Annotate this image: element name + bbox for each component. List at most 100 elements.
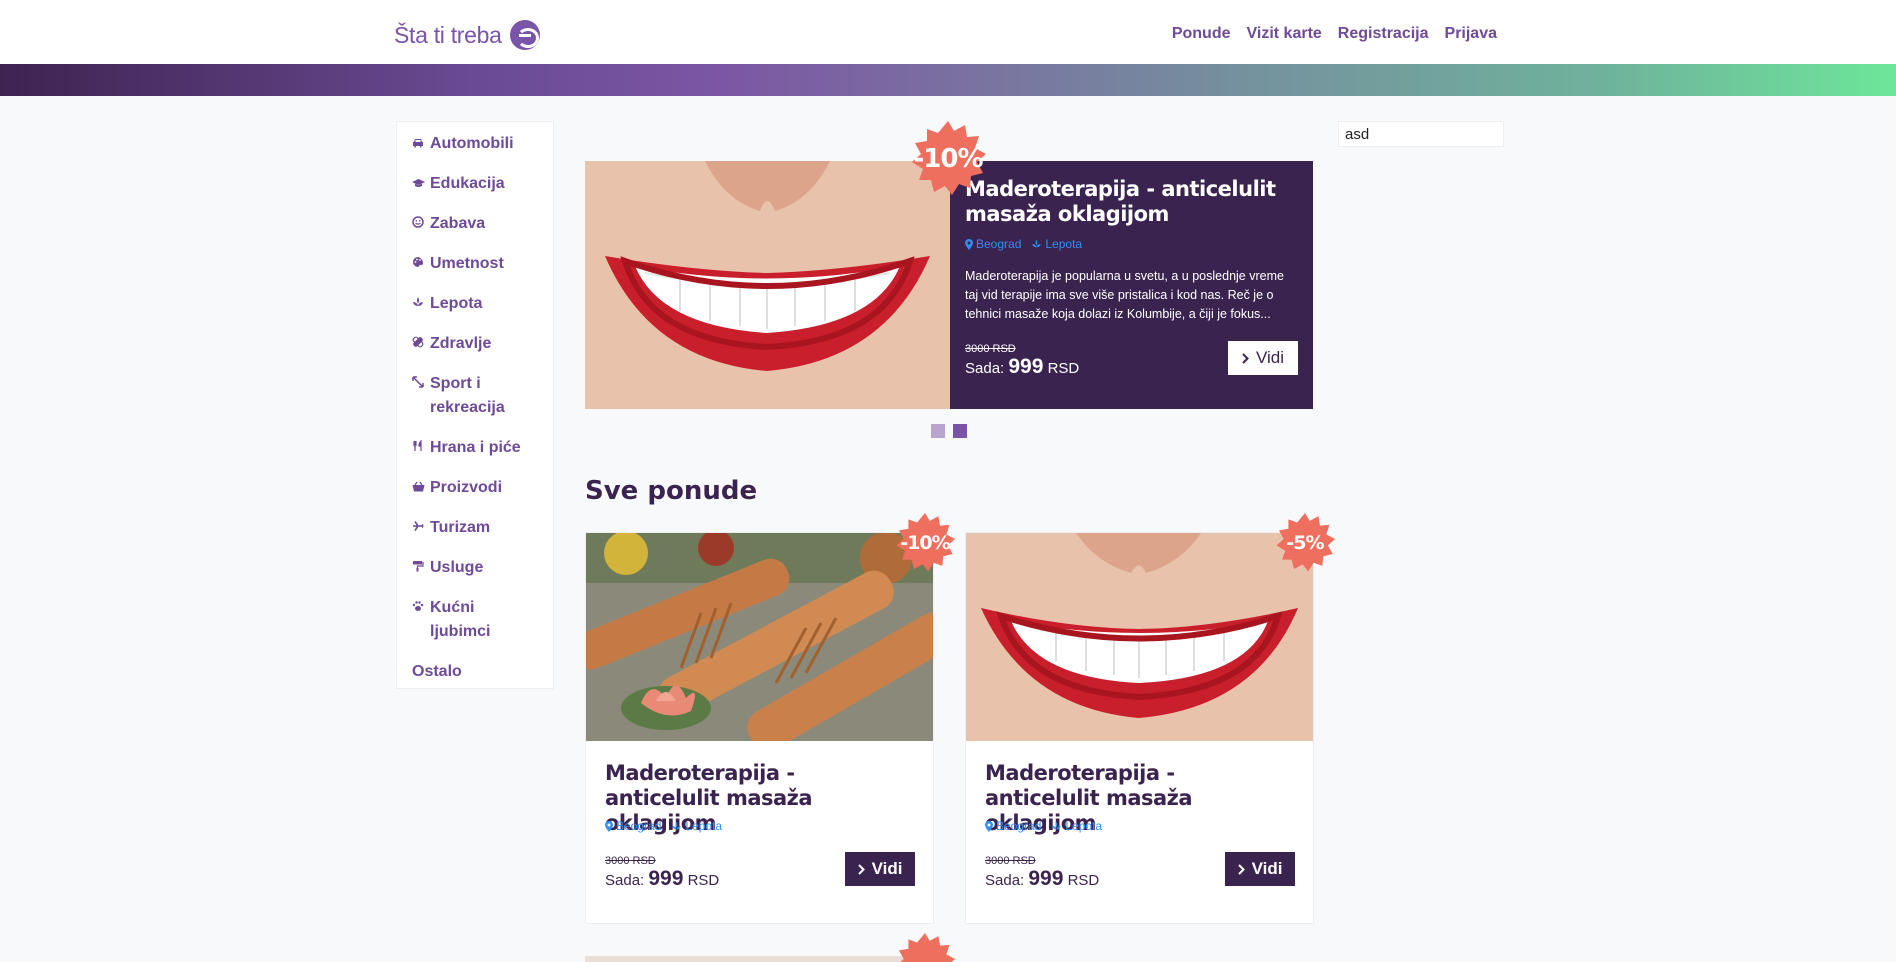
discount-label: -5% — [1286, 532, 1324, 554]
logo[interactable]: Šta ti treba — [394, 20, 540, 50]
sidebar-item-turizam[interactable]: Turizam — [412, 516, 538, 540]
sidebar-item-umetnost[interactable]: Umetnost — [412, 252, 538, 276]
featured-title[interactable]: Maderoterapija - anticelulit masaža okla… — [965, 177, 1300, 227]
sidebar-item-label: Umetnost — [430, 255, 504, 272]
sidebar-item-label: Kućni ljubimci — [430, 599, 491, 640]
spa-icon — [412, 292, 430, 316]
carousel-dot-2[interactable] — [953, 424, 967, 438]
top-bar: Šta ti treba Ponude Vizit karte Registra… — [0, 0, 1896, 64]
category-tag[interactable]: Lepota — [671, 819, 722, 833]
sidebar-item-automobili[interactable]: Automobili — [412, 132, 538, 156]
sidebar-item-ostalo[interactable]: Ostalo — [412, 660, 538, 684]
chevron-right-icon — [1237, 863, 1245, 875]
gradient-banner — [0, 64, 1896, 96]
offer-vidi-button[interactable]: Vidi — [845, 852, 915, 886]
offer-tags: Beograd Lepota — [985, 819, 1102, 833]
basket-icon — [412, 476, 430, 500]
city-tag[interactable]: Beograd — [965, 237, 1021, 251]
category-label: Lepota — [1065, 819, 1103, 833]
featured-vidi-button[interactable]: Vidi — [1228, 341, 1298, 375]
now-price: 999 — [1008, 355, 1044, 378]
sidebar-item-edukacija[interactable]: Edukacija — [412, 172, 538, 196]
offer-card: Maderoterapija - anticelulit masaža okla… — [965, 532, 1314, 924]
sidebar-item-hrana[interactable]: Hrana i piće — [412, 436, 538, 460]
featured-content: Maderoterapija - anticelulit masaža okla… — [965, 177, 1300, 324]
category-tag[interactable]: Lepota — [1051, 819, 1102, 833]
sidebar-item-usluge[interactable]: Usluge — [412, 556, 538, 580]
category-label: Lepota — [685, 819, 723, 833]
main-nav: Ponude Vizit karte Registracija Prijava — [1172, 25, 1497, 43]
old-price: 3000 RSD — [605, 855, 656, 867]
city-label: Beograd — [976, 237, 1022, 251]
sidebar-item-kucni-ljubimci[interactable]: Kućni ljubimci — [412, 596, 538, 644]
spa-icon — [672, 821, 682, 830]
offer-tags: Beograd Lepota — [605, 819, 722, 833]
sidebar-item-label: Ostalo — [412, 663, 462, 680]
nav-registracija[interactable]: Registracija — [1338, 25, 1429, 43]
location-pin-icon — [605, 820, 613, 832]
arrows-icon — [412, 372, 430, 396]
sidebar-item-proizvodi[interactable]: Proizvodi — [412, 476, 538, 500]
button-label: Vidi — [1251, 859, 1283, 878]
offer-vidi-button[interactable]: Vidi — [1225, 852, 1295, 886]
now-price: 999 — [1028, 867, 1064, 890]
location-pin-icon — [965, 238, 973, 250]
featured-tags: Beograd Lepota — [965, 237, 1300, 251]
featured-image[interactable] — [585, 161, 950, 409]
category-label: Lepota — [1045, 237, 1083, 251]
old-price: 3000 RSD — [985, 855, 1036, 867]
sidebar-item-label: Usluge — [430, 559, 484, 576]
carousel-dot-1[interactable] — [931, 424, 945, 438]
chevron-right-icon — [1242, 352, 1249, 364]
starburst-icon — [898, 933, 955, 962]
current-price: Sada: 999 RSD — [985, 867, 1099, 891]
sidebar-item-zdravlje[interactable]: Zdravlje — [412, 332, 538, 356]
nav-prijava[interactable]: Prijava — [1445, 25, 1497, 43]
logo-text: Šta ti treba — [394, 21, 502, 48]
sidebar-item-label: Zabava — [430, 215, 486, 232]
bandage-icon — [412, 332, 430, 356]
offer-price: 3000 RSD Sada: 999 RSD — [605, 855, 719, 891]
sidebar-item-label: Proizvodi — [430, 479, 503, 496]
nav-ponude[interactable]: Ponude — [1172, 25, 1231, 43]
currency: RSD — [1047, 360, 1080, 377]
location-pin-icon — [985, 820, 993, 832]
featured-description: Maderoterapija je popularna u svetu, a u… — [965, 269, 1284, 321]
sidebar-item-lepota[interactable]: Lepota — [412, 292, 538, 316]
spa-icon — [1052, 821, 1062, 830]
sidebar-item-label: Automobili — [430, 135, 514, 152]
now-price: 999 — [648, 867, 684, 890]
sidebar-item-sport[interactable]: Sport i rekreacija — [412, 372, 538, 420]
city-label: Beograd — [996, 819, 1042, 833]
sidebar-item-label: Zdravlje — [430, 335, 492, 352]
offer-card-partial — [585, 956, 905, 962]
sidebar-item-label: Turizam — [430, 519, 491, 536]
nav-vizit-karte[interactable]: Vizit karte — [1247, 25, 1322, 43]
utensils-icon — [412, 436, 430, 460]
category-tag[interactable]: Lepota — [1031, 237, 1082, 251]
discount-label: -10% — [900, 532, 950, 554]
palette-icon — [412, 252, 430, 276]
sidebar-item-label: Sport i rekreacija — [430, 375, 505, 416]
city-tag[interactable]: Beograd — [605, 819, 661, 833]
spa-icon — [1032, 239, 1042, 248]
sidebar-item-label: Lepota — [430, 295, 483, 312]
featured-offer: Maderoterapija - anticelulit masaža okla… — [585, 161, 1313, 409]
chevron-right-icon — [857, 863, 865, 875]
currency: RSD — [687, 872, 720, 889]
featured-discount-badge: -10% — [910, 121, 986, 197]
current-price: Sada: 999 RSD — [605, 867, 719, 891]
offer-card: Maderoterapija - anticelulit masaža okla… — [585, 532, 934, 924]
sidebar-item-zabava[interactable]: Zabava — [412, 212, 538, 236]
offer-discount-badge: -5% — [1275, 513, 1335, 573]
category-sidebar: Automobili Edukacija Zabava Umetnost Lep… — [396, 121, 554, 689]
section-title: Sve ponude — [585, 476, 758, 506]
now-label: Sada: — [965, 360, 1005, 377]
button-label: Vidi — [871, 859, 903, 878]
city-tag[interactable]: Beograd — [985, 819, 1041, 833]
offer-image[interactable] — [586, 533, 933, 741]
current-price: Sada: 999 RSD — [965, 355, 1079, 379]
button-label: Vidi — [1255, 348, 1285, 367]
offer-image[interactable] — [966, 533, 1313, 741]
search-input[interactable] — [1338, 121, 1504, 147]
